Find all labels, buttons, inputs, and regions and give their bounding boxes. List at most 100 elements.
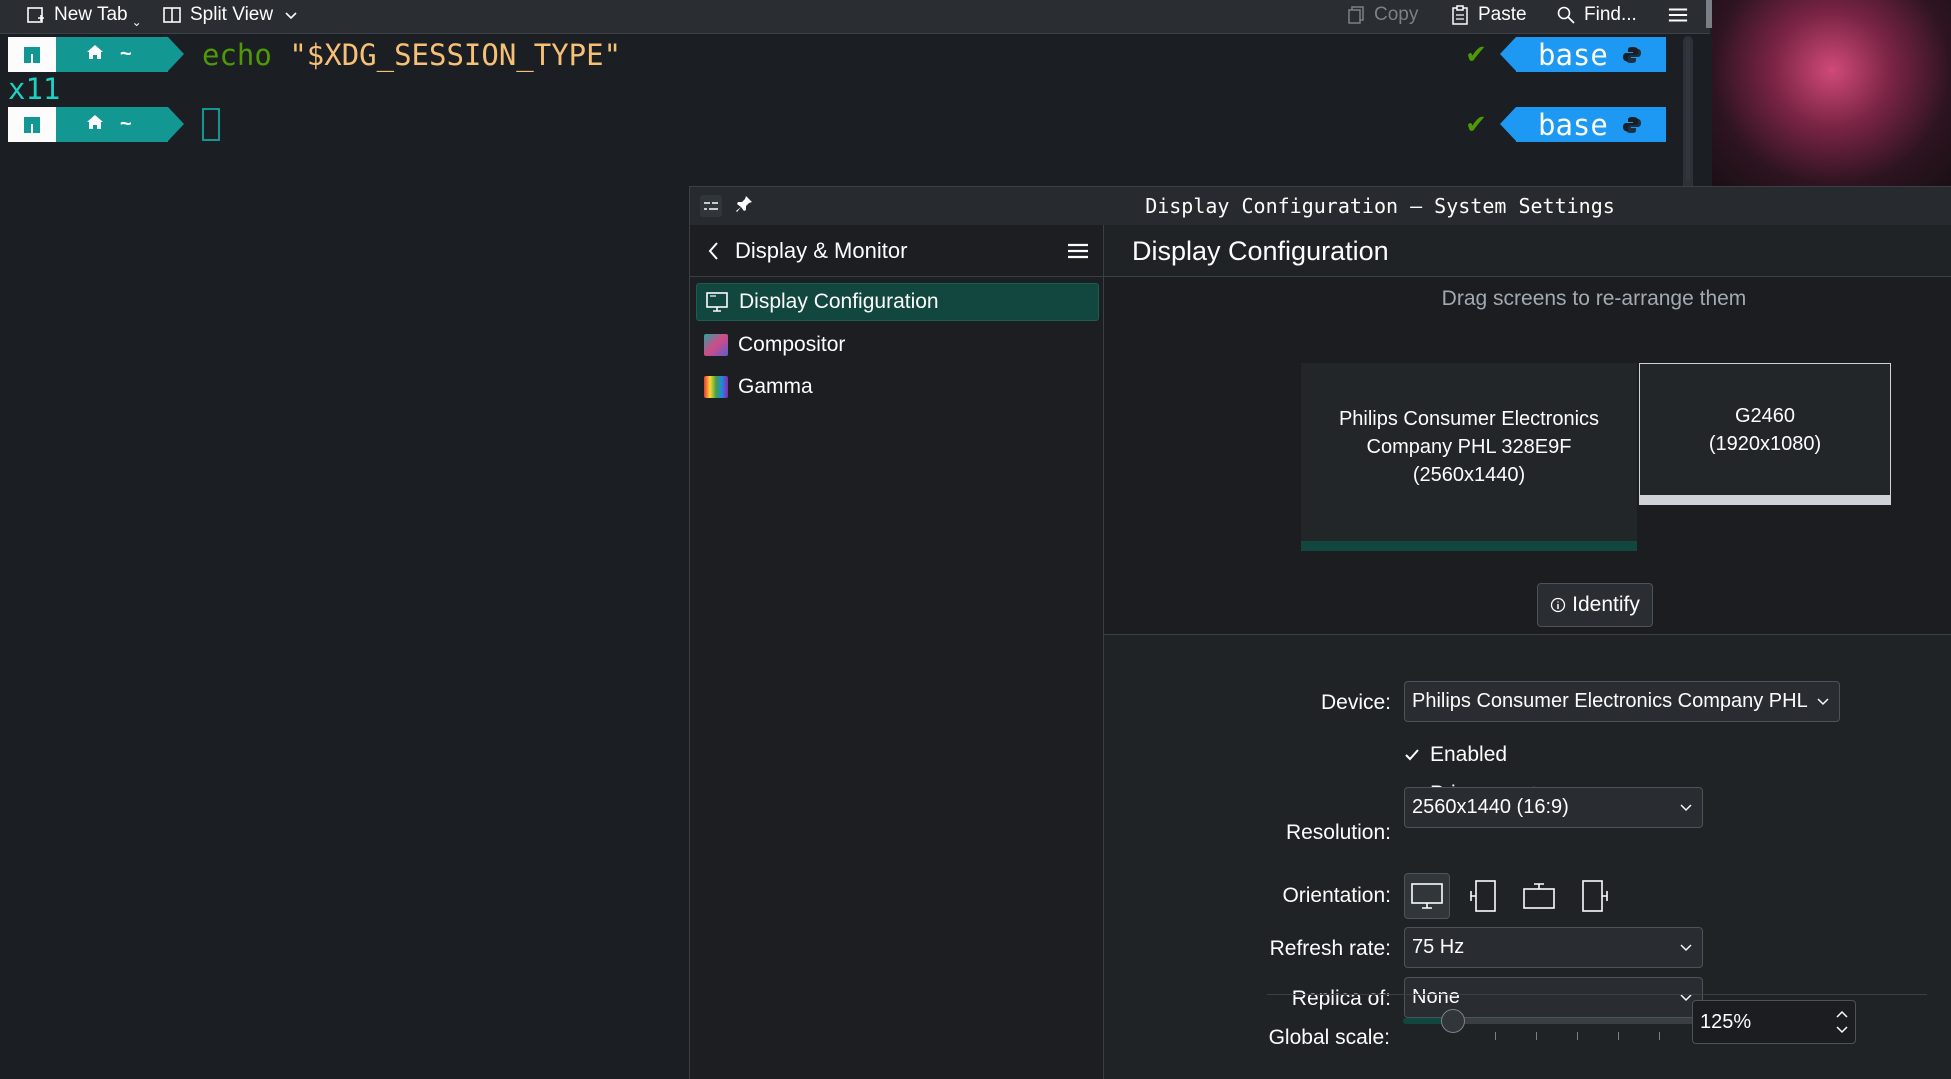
screen-resolution: (1920x1080) [1708,432,1822,455]
success-check-icon: ✔ [1465,39,1487,69]
sidebar-item-label: Display Configuration [739,290,939,313]
command-text: echo "$XDG_SESSION_TYPE" [202,38,621,72]
right-prompt: ✔ base [1456,107,1666,142]
window-title: Display Configuration — System Settings [1145,194,1615,218]
device-label: Device: [1320,691,1391,714]
screen-label: Philips Consumer Electronics Company PHL… [1339,405,1599,489]
copy-label: Copy [1374,4,1419,25]
sidebar-item-gamma[interactable]: Gamma [696,368,1099,406]
screen-name-line: Philips Consumer Electronics [1338,408,1600,430]
replica-of-value: None [1412,986,1460,1008]
enabled-checkbox[interactable]: Enabled [1404,740,1507,770]
copy-icon [1346,5,1366,25]
screen-name-line: Company PHL 328E9F [1366,436,1572,458]
os-logo-segment [8,107,72,142]
sidebar-menu-button[interactable] [1066,240,1090,262]
orientation-upside-down-button[interactable] [1516,873,1562,919]
screen-resolution: (2560x1440) [1412,464,1526,486]
sidebar-item-display-configuration[interactable]: Display Configuration [696,283,1099,321]
back-button[interactable] [704,239,724,263]
settings-content: Display Configuration Drag screens to re… [1104,225,1951,1079]
monitor-icon [705,291,729,313]
command-output: x11 [8,72,61,106]
replica-of-select[interactable]: None [1404,977,1703,1018]
refresh-rate-select[interactable]: 75 Hz [1404,927,1703,968]
sidebar-item-label: Compositor [738,333,846,356]
info-icon [1550,597,1566,613]
orientation-right-button[interactable] [1572,873,1618,919]
chevron-down-icon [1680,944,1692,952]
screen-philips[interactable]: Philips Consumer Electronics Company PHL… [1301,363,1637,551]
home-icon [86,113,104,136]
find-label: Find... [1584,4,1637,25]
chevron-down-icon [1680,994,1692,1002]
split-view-button[interactable]: Split View [162,0,301,30]
refresh-rate-label: Refresh rate: [1269,937,1391,960]
screen-g2460[interactable]: G2460 (1920x1080) [1639,363,1891,505]
tilde-icon: ~ [120,43,132,65]
command-keyword: echo [202,37,272,72]
orientation-label: Orientation: [1282,884,1391,907]
drag-hint: Drag screens to re-arrange them [1441,287,1747,310]
monitor-upside-down-icon [1523,883,1555,909]
resolution-select[interactable]: 2560x1440 (16:9) [1404,787,1703,828]
terminal-scrollbar-handle[interactable] [1686,40,1690,180]
prompt-line: ~ echo "$XDG_SESSION_TYPE" [8,37,621,72]
sidebar-title: Display & Monitor [735,238,908,263]
monitor-rotate-left-icon [1470,880,1496,912]
new-tab-icon [26,5,46,25]
terminal-cursor [202,108,220,141]
orientation-landscape-button[interactable] [1404,873,1450,919]
directory-segment: ~ [56,37,184,72]
monitor-rotate-right-icon [1582,880,1608,912]
screen-label: G2460 (1920x1080) [1709,402,1821,458]
window-titlebar[interactable]: Display Configuration — System Settings [690,187,1951,225]
manjaro-logo-icon [24,116,40,133]
new-tab-dropdown-icon: ⌄ [131,15,142,29]
chevron-left-icon [708,242,718,260]
enabled-label: Enabled [1430,743,1508,766]
home-icon [86,43,104,66]
content-header: Display Configuration [1104,225,1951,277]
sidebar-item-label: Gamma [738,375,813,398]
resolution-label: Resolution: [1285,821,1391,844]
sidebar-item-compositor[interactable]: Compositor [696,326,1099,364]
split-view-label: Split View [190,4,274,25]
success-check-icon: ✔ [1465,109,1487,139]
new-tab-label: New Tab [54,4,128,25]
monitor-landscape-icon [1411,883,1443,909]
paste-button[interactable]: Paste [1450,0,1527,30]
system-settings-window[interactable]: Display Configuration — System Settings … [689,186,1951,1079]
tilde-icon: ~ [120,113,132,135]
conda-env-segment: base [1500,37,1666,72]
sidebar-header: Display & Monitor [690,225,1104,277]
env-label: base [1538,107,1608,142]
directory-segment: ~ [56,107,184,142]
split-view-icon [162,5,182,25]
new-tab-button[interactable]: New Tab ⌄ [26,0,142,30]
find-button[interactable]: Find... [1556,0,1637,30]
conda-env-segment: base [1500,107,1666,142]
hamburger-menu-icon [1068,243,1088,259]
device-select[interactable]: Philips Consumer Electronics Company PHL [1404,681,1840,722]
os-logo-segment [8,37,72,72]
compositor-icon [704,334,728,356]
copy-button[interactable]: Copy [1346,0,1418,30]
chevron-down-icon [1817,698,1829,706]
replica-of-label: Replica of: [1291,987,1391,1010]
orientation-left-button[interactable] [1460,873,1506,919]
identify-button[interactable]: Identify [1537,583,1653,627]
desktop-wallpaper [1712,0,1951,186]
identify-label: Identify [1572,593,1640,616]
screen-name-line: G2460 [1734,404,1796,427]
screen-arrangement-area[interactable]: Drag screens to re-arrange them Philips … [1104,277,1951,635]
python-icon [1622,116,1641,133]
env-label: base [1538,37,1608,72]
right-prompt: ✔ base [1456,37,1666,72]
python-icon [1622,46,1641,63]
resolution-value: 2560x1440 (16:9) [1412,796,1569,818]
terminal-menu-button[interactable] [1668,0,1688,30]
terminal-toolbar: New Tab ⌄ Split View Copy Paste Find... [0,0,1710,34]
gamma-icon [704,376,728,398]
search-icon [1556,5,1576,25]
